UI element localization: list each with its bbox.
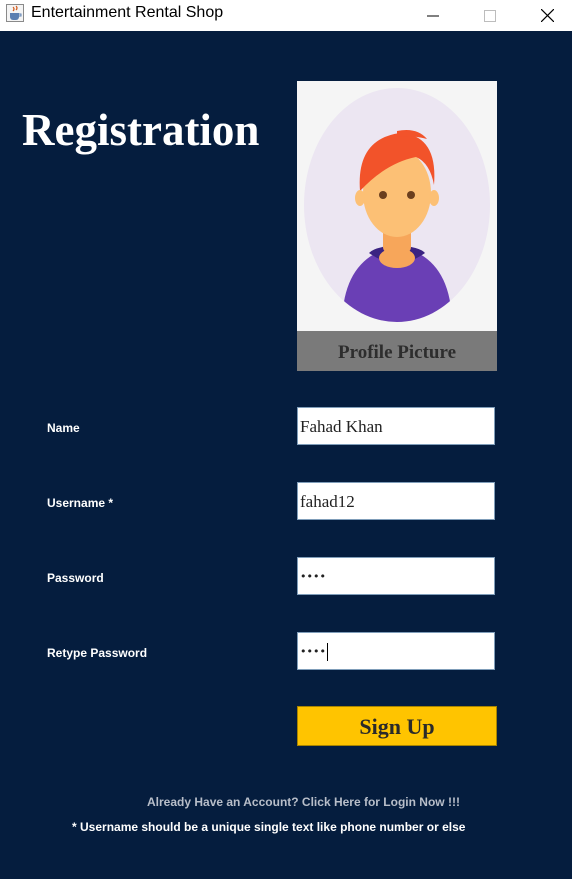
- name-label: Name: [47, 421, 80, 435]
- name-field[interactable]: Fahad Khan: [297, 407, 495, 445]
- java-cup-icon: [6, 4, 24, 22]
- username-field[interactable]: fahad12: [297, 482, 495, 520]
- close-button[interactable]: [524, 0, 570, 31]
- page-title: Registration: [22, 105, 260, 155]
- retype-password-label: Retype Password: [47, 646, 148, 660]
- minimize-icon: [427, 15, 439, 16]
- profile-picture[interactable]: Profile Picture: [297, 81, 497, 371]
- title-bar: Entertainment Rental Shop: [0, 0, 572, 31]
- window-title: Entertainment Rental Shop: [31, 4, 224, 21]
- avatar-icon: [304, 88, 490, 322]
- username-label: Username *: [47, 496, 114, 510]
- retype-password-field[interactable]: ••••: [297, 632, 495, 670]
- maximize-button[interactable]: [467, 0, 513, 31]
- minimize-button[interactable]: [410, 0, 456, 31]
- login-link[interactable]: Already Have an Account? Click Here for …: [147, 795, 460, 809]
- text-caret: [326, 643, 328, 661]
- retype-password-value: ••••: [300, 645, 326, 658]
- maximize-icon: [484, 9, 496, 22]
- username-note: * Username should be a unique single tex…: [72, 820, 466, 834]
- sign-up-button[interactable]: Sign Up: [297, 706, 497, 746]
- profile-picture-label: Profile Picture: [297, 331, 497, 371]
- password-field[interactable]: ••••: [297, 557, 495, 595]
- close-icon: [540, 9, 554, 22]
- password-label: Password: [47, 571, 104, 585]
